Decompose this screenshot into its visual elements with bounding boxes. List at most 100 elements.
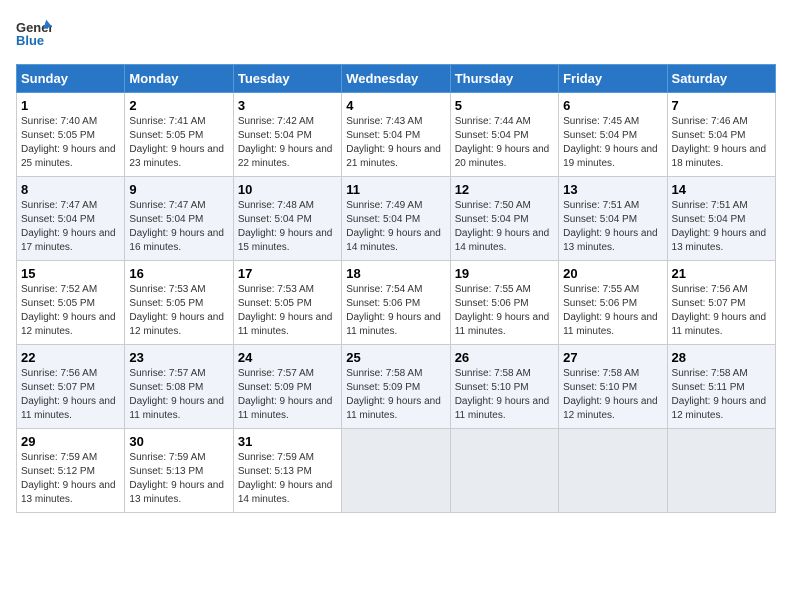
day-number: 2 [129, 98, 228, 113]
calendar-header-wednesday: Wednesday [342, 65, 450, 93]
day-info: Sunrise: 7:49 AMSunset: 5:04 PMDaylight:… [346, 199, 445, 255]
day-number: 20 [563, 266, 662, 281]
calendar-cell [342, 429, 450, 513]
calendar-cell: 2 Sunrise: 7:41 AMSunset: 5:05 PMDayligh… [125, 93, 233, 177]
day-number: 27 [563, 350, 662, 365]
calendar-week-2: 8 Sunrise: 7:47 AMSunset: 5:04 PMDayligh… [17, 177, 776, 261]
day-number: 4 [346, 98, 445, 113]
day-number: 16 [129, 266, 228, 281]
day-info: Sunrise: 7:47 AMSunset: 5:04 PMDaylight:… [21, 199, 120, 255]
day-info: Sunrise: 7:58 AMSunset: 5:10 PMDaylight:… [455, 367, 554, 423]
day-number: 10 [238, 182, 337, 197]
header: General Blue [16, 16, 776, 52]
day-number: 12 [455, 182, 554, 197]
day-info: Sunrise: 7:56 AMSunset: 5:07 PMDaylight:… [21, 367, 120, 423]
calendar-cell [450, 429, 558, 513]
calendar-cell: 18 Sunrise: 7:54 AMSunset: 5:06 PMDaylig… [342, 261, 450, 345]
svg-text:Blue: Blue [16, 33, 44, 48]
calendar-cell: 23 Sunrise: 7:57 AMSunset: 5:08 PMDaylig… [125, 345, 233, 429]
calendar-cell: 10 Sunrise: 7:48 AMSunset: 5:04 PMDaylig… [233, 177, 341, 261]
day-info: Sunrise: 7:59 AMSunset: 5:12 PMDaylight:… [21, 451, 120, 507]
calendar-header-friday: Friday [559, 65, 667, 93]
day-info: Sunrise: 7:55 AMSunset: 5:06 PMDaylight:… [563, 283, 662, 339]
calendar-cell: 9 Sunrise: 7:47 AMSunset: 5:04 PMDayligh… [125, 177, 233, 261]
calendar-header-saturday: Saturday [667, 65, 775, 93]
calendar-cell: 11 Sunrise: 7:49 AMSunset: 5:04 PMDaylig… [342, 177, 450, 261]
day-number: 6 [563, 98, 662, 113]
calendar-cell: 14 Sunrise: 7:51 AMSunset: 5:04 PMDaylig… [667, 177, 775, 261]
day-info: Sunrise: 7:43 AMSunset: 5:04 PMDaylight:… [346, 115, 445, 171]
day-info: Sunrise: 7:58 AMSunset: 5:10 PMDaylight:… [563, 367, 662, 423]
calendar-cell: 4 Sunrise: 7:43 AMSunset: 5:04 PMDayligh… [342, 93, 450, 177]
calendar-cell: 16 Sunrise: 7:53 AMSunset: 5:05 PMDaylig… [125, 261, 233, 345]
day-info: Sunrise: 7:44 AMSunset: 5:04 PMDaylight:… [455, 115, 554, 171]
day-number: 11 [346, 182, 445, 197]
calendar-table: SundayMondayTuesdayWednesdayThursdayFrid… [16, 64, 776, 513]
logo-icon: General Blue [16, 16, 52, 52]
calendar-week-4: 22 Sunrise: 7:56 AMSunset: 5:07 PMDaylig… [17, 345, 776, 429]
calendar-cell: 30 Sunrise: 7:59 AMSunset: 5:13 PMDaylig… [125, 429, 233, 513]
day-info: Sunrise: 7:50 AMSunset: 5:04 PMDaylight:… [455, 199, 554, 255]
calendar-header-monday: Monday [125, 65, 233, 93]
calendar-cell: 7 Sunrise: 7:46 AMSunset: 5:04 PMDayligh… [667, 93, 775, 177]
day-info: Sunrise: 7:58 AMSunset: 5:11 PMDaylight:… [672, 367, 771, 423]
day-info: Sunrise: 7:47 AMSunset: 5:04 PMDaylight:… [129, 199, 228, 255]
day-number: 3 [238, 98, 337, 113]
day-number: 5 [455, 98, 554, 113]
calendar-cell: 1 Sunrise: 7:40 AMSunset: 5:05 PMDayligh… [17, 93, 125, 177]
day-number: 19 [455, 266, 554, 281]
calendar-week-3: 15 Sunrise: 7:52 AMSunset: 5:05 PMDaylig… [17, 261, 776, 345]
calendar-cell: 25 Sunrise: 7:58 AMSunset: 5:09 PMDaylig… [342, 345, 450, 429]
calendar-cell: 21 Sunrise: 7:56 AMSunset: 5:07 PMDaylig… [667, 261, 775, 345]
day-info: Sunrise: 7:51 AMSunset: 5:04 PMDaylight:… [563, 199, 662, 255]
calendar-header-sunday: Sunday [17, 65, 125, 93]
day-info: Sunrise: 7:53 AMSunset: 5:05 PMDaylight:… [238, 283, 337, 339]
day-number: 28 [672, 350, 771, 365]
logo: General Blue [16, 16, 52, 52]
calendar-week-1: 1 Sunrise: 7:40 AMSunset: 5:05 PMDayligh… [17, 93, 776, 177]
calendar-cell: 29 Sunrise: 7:59 AMSunset: 5:12 PMDaylig… [17, 429, 125, 513]
calendar-cell: 5 Sunrise: 7:44 AMSunset: 5:04 PMDayligh… [450, 93, 558, 177]
day-number: 7 [672, 98, 771, 113]
day-info: Sunrise: 7:48 AMSunset: 5:04 PMDaylight:… [238, 199, 337, 255]
day-number: 1 [21, 98, 120, 113]
calendar-cell: 12 Sunrise: 7:50 AMSunset: 5:04 PMDaylig… [450, 177, 558, 261]
calendar-body: 1 Sunrise: 7:40 AMSunset: 5:05 PMDayligh… [17, 93, 776, 513]
day-info: Sunrise: 7:45 AMSunset: 5:04 PMDaylight:… [563, 115, 662, 171]
day-info: Sunrise: 7:41 AMSunset: 5:05 PMDaylight:… [129, 115, 228, 171]
day-number: 29 [21, 434, 120, 449]
day-number: 24 [238, 350, 337, 365]
calendar-cell: 24 Sunrise: 7:57 AMSunset: 5:09 PMDaylig… [233, 345, 341, 429]
day-info: Sunrise: 7:42 AMSunset: 5:04 PMDaylight:… [238, 115, 337, 171]
day-number: 31 [238, 434, 337, 449]
day-number: 18 [346, 266, 445, 281]
day-info: Sunrise: 7:58 AMSunset: 5:09 PMDaylight:… [346, 367, 445, 423]
calendar-header-thursday: Thursday [450, 65, 558, 93]
calendar-cell: 26 Sunrise: 7:58 AMSunset: 5:10 PMDaylig… [450, 345, 558, 429]
day-number: 8 [21, 182, 120, 197]
day-number: 23 [129, 350, 228, 365]
day-info: Sunrise: 7:51 AMSunset: 5:04 PMDaylight:… [672, 199, 771, 255]
day-info: Sunrise: 7:55 AMSunset: 5:06 PMDaylight:… [455, 283, 554, 339]
day-number: 26 [455, 350, 554, 365]
day-info: Sunrise: 7:54 AMSunset: 5:06 PMDaylight:… [346, 283, 445, 339]
day-info: Sunrise: 7:52 AMSunset: 5:05 PMDaylight:… [21, 283, 120, 339]
calendar-cell: 28 Sunrise: 7:58 AMSunset: 5:11 PMDaylig… [667, 345, 775, 429]
day-number: 13 [563, 182, 662, 197]
day-info: Sunrise: 7:57 AMSunset: 5:08 PMDaylight:… [129, 367, 228, 423]
calendar-cell: 20 Sunrise: 7:55 AMSunset: 5:06 PMDaylig… [559, 261, 667, 345]
calendar-cell: 6 Sunrise: 7:45 AMSunset: 5:04 PMDayligh… [559, 93, 667, 177]
day-number: 9 [129, 182, 228, 197]
day-number: 15 [21, 266, 120, 281]
calendar-cell: 13 Sunrise: 7:51 AMSunset: 5:04 PMDaylig… [559, 177, 667, 261]
calendar-cell: 3 Sunrise: 7:42 AMSunset: 5:04 PMDayligh… [233, 93, 341, 177]
day-info: Sunrise: 7:59 AMSunset: 5:13 PMDaylight:… [238, 451, 337, 507]
calendar-cell: 8 Sunrise: 7:47 AMSunset: 5:04 PMDayligh… [17, 177, 125, 261]
day-number: 21 [672, 266, 771, 281]
day-info: Sunrise: 7:53 AMSunset: 5:05 PMDaylight:… [129, 283, 228, 339]
calendar-cell: 31 Sunrise: 7:59 AMSunset: 5:13 PMDaylig… [233, 429, 341, 513]
calendar-week-5: 29 Sunrise: 7:59 AMSunset: 5:12 PMDaylig… [17, 429, 776, 513]
day-number: 25 [346, 350, 445, 365]
day-number: 22 [21, 350, 120, 365]
calendar-cell [559, 429, 667, 513]
